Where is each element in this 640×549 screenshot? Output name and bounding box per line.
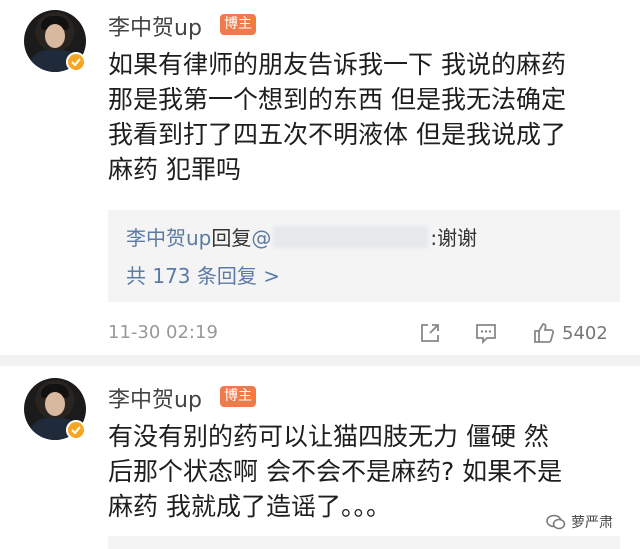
reply-verb: 回复 [211,226,252,250]
comment-line: 如果有律师的朋友告诉我一下 我说的麻药 [108,50,566,79]
username[interactable]: 李中贺up [108,382,202,414]
comment-line: 我看到打了四五次不明液体 但是我说成了 [108,120,566,149]
share-icon [421,324,439,342]
comment-line: 那是我第一个想到的东西 但是我无法确定 [108,85,566,114]
watermark: 萝严肃 [546,512,613,532]
comment-line: 麻药 犯罪吗 [108,155,241,184]
view-replies-link[interactable]: 共 173 条回复 > [126,260,280,289]
like-button[interactable]: 5402 [532,320,608,346]
blogger-tag: 博主 [220,386,256,407]
reply-preview[interactable]: 李中贺up回复@ :谢谢 共 173 条回复 > [108,210,620,302]
comment-line: 后那个状态啊 会不会不是麻药? 如果不是 [108,457,563,486]
watermark-text: 萝严肃 [571,515,613,531]
comment-icon [476,324,496,345]
timestamp: 11-30 02:19 [108,322,218,343]
comment-button[interactable] [474,320,498,346]
verified-badge-icon [66,52,86,72]
username[interactable]: 李中贺up [108,10,202,42]
comment-text: 如果有律师的朋友告诉我一下 我说的麻药 那是我第一个想到的东西 但是我无法确定 … [108,47,628,187]
blogger-tag: 博主 [220,14,256,35]
verified-badge-icon [66,420,86,440]
reply-text: :谢谢 [430,226,478,250]
comment-meta: 11-30 02:19 5402 [108,320,620,346]
comment-text: 有没有别的药可以让猫四肢无力 僵硬 然 后那个状态啊 会不会不是麻药? 如果不是… [108,419,628,524]
wechat-icon [546,514,566,530]
reply-line: 李中贺up回复@ :谢谢 [126,222,477,251]
divider [0,355,640,366]
comment-line: 有没有别的药可以让猫四肢无力 僵硬 然 [108,422,549,451]
like-count: 5402 [562,322,608,344]
reply-preview[interactable] [108,536,620,549]
reply-mention[interactable]: @ [251,226,271,250]
comment-item: 李中贺up 博主 如果有律师的朋友告诉我一下 我说的麻药 那是我第一个想到的东西… [0,0,640,355]
thumbs-up-icon [534,323,555,343]
comment-item: 李中贺up 博主 有没有别的药可以让猫四肢无力 僵硬 然 后那个状态啊 会不会不… [0,366,640,549]
reply-author[interactable]: 李中贺up [126,226,211,250]
share-button[interactable] [418,320,442,346]
redacted-username [273,226,429,248]
